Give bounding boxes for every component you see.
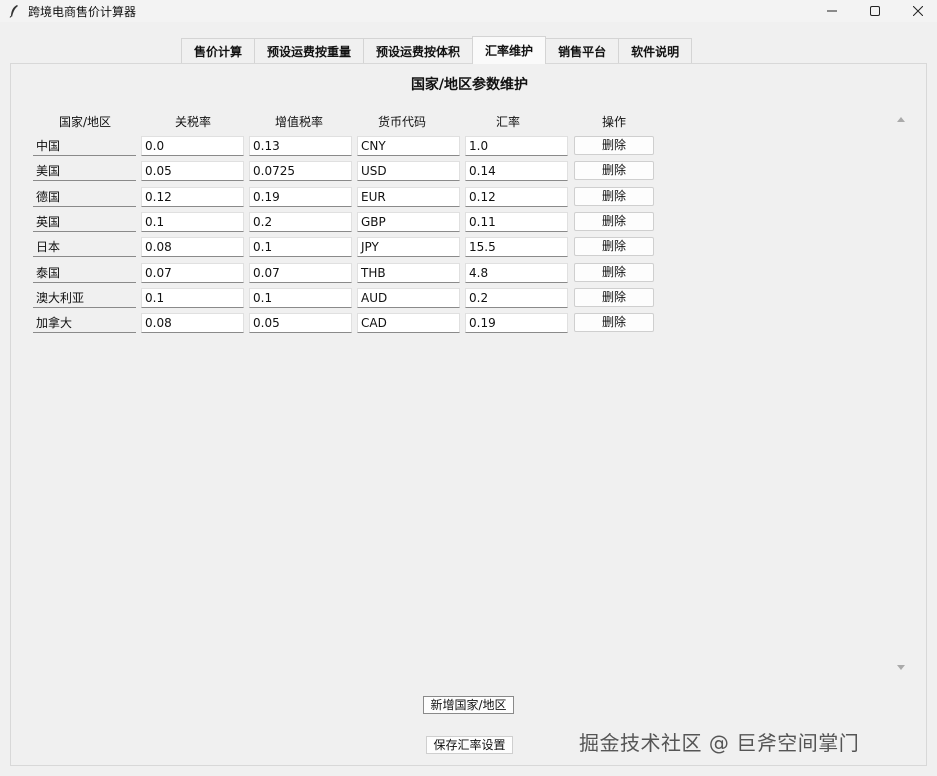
tab-bar: 售价计算 预设运费按重量 预设运费按体积 汇率维护 销售平台 软件说明 (181, 36, 693, 64)
country-name: 加拿大 (33, 313, 136, 333)
country-name: 泰国 (33, 263, 136, 283)
delete-button[interactable]: 删除 (574, 187, 654, 206)
header-rate: 汇率 (495, 115, 520, 129)
currency-code-input[interactable]: GBP (357, 212, 460, 232)
scroll-up-arrow-icon[interactable] (896, 114, 906, 124)
delete-button[interactable]: 删除 (574, 313, 654, 332)
tab-sales-platform[interactable]: 销售平台 (545, 38, 620, 64)
vat-input[interactable]: 0.07 (249, 263, 352, 283)
currency-code-input[interactable]: EUR (357, 187, 460, 207)
country-name: 中国 (33, 136, 136, 156)
tariff-input[interactable]: 0.1 (141, 288, 244, 308)
close-button[interactable] (896, 0, 937, 22)
tab-exchange-rate[interactable]: 汇率维护 (472, 36, 547, 64)
tariff-input[interactable]: 0.1 (141, 212, 244, 232)
delete-button[interactable]: 删除 (574, 212, 654, 231)
exchange-rate-input[interactable]: 0.2 (465, 288, 568, 308)
tariff-input[interactable]: 0.07 (141, 263, 244, 283)
delete-button[interactable]: 删除 (574, 237, 654, 256)
tariff-input[interactable]: 0.05 (141, 161, 244, 181)
currency-code-input[interactable]: JPY (357, 237, 460, 257)
currency-code-input[interactable]: CNY (357, 136, 460, 156)
exchange-rate-input[interactable]: 0.14 (465, 161, 568, 181)
save-rates-button[interactable]: 保存汇率设置 (426, 736, 513, 754)
tariff-input[interactable]: 0.12 (141, 187, 244, 207)
currency-code-input[interactable]: USD (357, 161, 460, 181)
currency-code-input[interactable]: AUD (357, 288, 460, 308)
feather-icon (9, 4, 19, 18)
exchange-rate-input[interactable]: 1.0 (465, 136, 568, 156)
maximize-button[interactable] (853, 0, 897, 22)
vat-input[interactable]: 0.19 (249, 187, 352, 207)
tab-shipping-by-weight[interactable]: 预设运费按重量 (254, 38, 365, 64)
vat-input[interactable]: 0.2 (249, 212, 352, 232)
header-vat: 增值税率 (274, 115, 323, 129)
tariff-input[interactable]: 0.08 (141, 237, 244, 257)
header-country: 国家/地区 (58, 115, 112, 129)
exchange-rate-input[interactable]: 0.19 (465, 313, 568, 333)
tariff-input[interactable]: 0.08 (141, 313, 244, 333)
tariff-input[interactable]: 0.0 (141, 136, 244, 156)
tab-shipping-by-volume[interactable]: 预设运费按体积 (363, 38, 474, 64)
delete-button[interactable]: 删除 (574, 263, 654, 282)
exchange-rate-input[interactable]: 0.12 (465, 187, 568, 207)
currency-code-input[interactable]: THB (357, 263, 460, 283)
header-currency: 货币代码 (377, 115, 426, 129)
vat-input[interactable]: 0.05 (249, 313, 352, 333)
country-name: 日本 (33, 237, 136, 257)
title-bar: 跨境电商售价计算器 (0, 0, 937, 22)
vat-input[interactable]: 0.1 (249, 237, 352, 257)
exchange-rate-input[interactable]: 15.5 (465, 237, 568, 257)
watermark: 掘金技术社区 @ 巨斧空间掌门 (579, 731, 860, 755)
minimize-button[interactable] (810, 0, 854, 22)
vat-input[interactable]: 0.13 (249, 136, 352, 156)
country-name: 英国 (33, 212, 136, 232)
vat-input[interactable]: 0.0725 (249, 161, 352, 181)
panel-title: 国家/地区参数维护 (410, 77, 529, 93)
tab-price-calc[interactable]: 售价计算 (181, 38, 256, 64)
add-country-button[interactable]: 新增国家/地区 (423, 696, 514, 714)
window-title: 跨境电商售价计算器 (28, 4, 137, 19)
country-name: 德国 (33, 187, 136, 207)
country-name: 澳大利亚 (33, 288, 136, 308)
delete-button[interactable]: 删除 (574, 288, 654, 307)
delete-button[interactable]: 删除 (574, 161, 654, 180)
exchange-rate-input[interactable]: 0.11 (465, 212, 568, 232)
exchange-rate-input[interactable]: 4.8 (465, 263, 568, 283)
scroll-down-arrow-icon[interactable] (896, 661, 906, 671)
tab-software-info[interactable]: 软件说明 (618, 38, 693, 64)
header-tariff: 关税率 (174, 115, 211, 129)
header-action: 操作 (601, 115, 626, 129)
country-name: 美国 (33, 161, 136, 181)
delete-button[interactable]: 删除 (574, 136, 654, 155)
vat-input[interactable]: 0.1 (249, 288, 352, 308)
currency-code-input[interactable]: CAD (357, 313, 460, 333)
